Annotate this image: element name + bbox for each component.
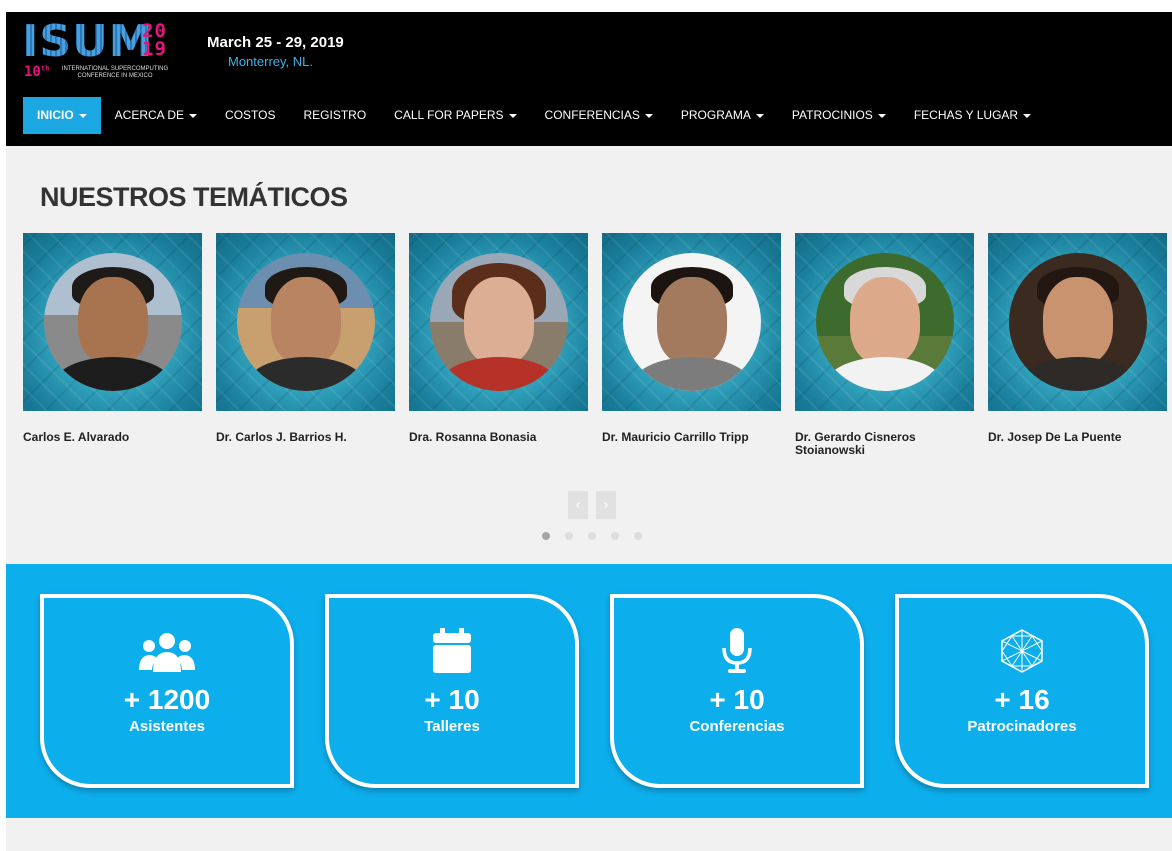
speaker-name: Dra. Rosanna Bonasia <box>409 430 537 444</box>
nav-call-for-papers[interactable]: CALL FOR PAPERS <box>380 97 530 134</box>
nav-acerca-de[interactable]: ACERCA DE <box>101 97 211 134</box>
speaker-name: Dr. Josep De La Puente <box>988 430 1122 444</box>
stat-card-asistentes: + 1200 Asistentes <box>40 594 294 788</box>
chevron-down-icon <box>877 113 886 118</box>
speaker-card[interactable]: Dr. Josep De La Puente <box>988 233 1167 444</box>
carousel-dot[interactable] <box>542 532 550 540</box>
speaker-photo <box>623 253 761 391</box>
carousel-controls: ‹ › <box>568 491 616 519</box>
nav-costos[interactable]: COSTOS <box>211 97 289 134</box>
logo-edition: 10th <box>24 64 50 80</box>
chevron-down-icon <box>189 113 198 118</box>
chevron-down-icon <box>644 113 653 118</box>
nav-registro[interactable]: REGISTRO <box>290 97 381 134</box>
chevron-down-icon <box>508 113 517 118</box>
stat-card-patrocinadores: + 16 Patrocinadores <box>895 594 1149 788</box>
speaker-name: Carlos E. Alvarado <box>23 430 130 444</box>
stat-value: + 16 <box>994 684 1050 715</box>
chevron-down-icon <box>755 113 764 118</box>
speaker-photo-frame <box>409 233 588 411</box>
carousel-dots <box>542 532 642 540</box>
speaker-name: Dr. Carlos J. Barrios H. <box>216 430 347 444</box>
speaker-photo-frame <box>602 233 781 411</box>
carousel-prev-button[interactable]: ‹ <box>568 491 588 519</box>
stats-section: + 1200 Asistentes + 10 Talleres + 10 Con… <box>6 564 1172 818</box>
speaker-card[interactable]: Carlos E. Alvarado <box>23 233 202 444</box>
main-nav: INICIO ACERCA DE COSTOS REGISTRO CALL FO… <box>23 97 1045 134</box>
carousel-next-button[interactable]: › <box>596 491 616 519</box>
stat-value: + 10 <box>424 684 480 715</box>
speaker-photo-frame <box>23 233 202 411</box>
users-icon <box>44 628 290 674</box>
speaker-name: Dr. Mauricio Carrillo Tripp <box>602 430 749 444</box>
speaker-card[interactable]: Dra. Rosanna Bonasia <box>409 233 588 444</box>
microphone-icon <box>614 628 860 674</box>
speaker-name: Dr. Gerardo Cisneros Stoianowski <box>795 430 916 457</box>
stat-card-talleres: + 10 Talleres <box>325 594 579 788</box>
chevron-down-icon <box>78 113 87 118</box>
speaker-photo <box>816 253 954 391</box>
speaker-carousel: Carlos E. Alvarado Dr. Carlos J. Barrios… <box>23 233 1172 473</box>
event-date: March 25 - 29, 2019 <box>207 34 344 51</box>
speaker-card[interactable]: Dr. Carlos J. Barrios H. <box>216 233 395 444</box>
carousel-dot[interactable] <box>611 532 619 540</box>
speaker-card[interactable]: Dr. Gerardo Cisneros Stoianowski <box>795 233 974 457</box>
section-title: NUESTROS TEMÁTICOS <box>40 182 348 212</box>
carousel-dot[interactable] <box>565 532 573 540</box>
speaker-photo <box>430 253 568 391</box>
hexagon-network-icon <box>899 628 1145 674</box>
top-header: ISUM 20 19 10th INTERNATIONAL SUPERCOMPUT… <box>6 12 1172 146</box>
logo-subtitle: INTERNATIONAL SUPERCOMPUTING CONFERENCE … <box>61 66 169 79</box>
page: ISUM 20 19 10th INTERNATIONAL SUPERCOMPUT… <box>6 12 1172 851</box>
stat-card-conferencias: + 10 Conferencias <box>610 594 864 788</box>
speaker-photo <box>44 253 182 391</box>
stat-value: + 1200 <box>123 684 211 715</box>
stat-label: Conferencias <box>689 718 785 735</box>
carousel-dot[interactable] <box>634 532 642 540</box>
stat-label: Patrocinadores <box>967 718 1077 735</box>
nav-inicio[interactable]: INICIO <box>23 97 101 134</box>
nav-patrocinios[interactable]: PATROCINIOS <box>778 97 900 134</box>
speaker-photo-frame <box>988 233 1167 411</box>
chevron-down-icon <box>1023 113 1032 118</box>
speaker-photo-frame <box>795 233 974 411</box>
speaker-photo <box>237 253 375 391</box>
logo-text: ISUM <box>22 16 154 67</box>
carousel-dot[interactable] <box>588 532 596 540</box>
isum-logo[interactable]: ISUM 20 19 10th INTERNATIONAL SUPERCOMPUT… <box>22 18 182 88</box>
speaker-card[interactable]: Dr. Mauricio Carrillo Tripp <box>602 233 781 444</box>
stat-label: Asistentes <box>129 718 205 735</box>
stat-label: Talleres <box>424 718 480 735</box>
nav-programa[interactable]: PROGRAMA <box>667 97 778 134</box>
speaker-photo-frame <box>216 233 395 411</box>
nav-conferencias[interactable]: CONFERENCIAS <box>531 97 667 134</box>
logo-year: 20 19 <box>142 20 167 60</box>
calendar-icon <box>329 628 575 674</box>
event-city: Monterrey, NL. <box>228 54 314 69</box>
stat-value: + 10 <box>709 684 765 715</box>
speaker-photo <box>1009 253 1147 391</box>
nav-fechas-y-lugar[interactable]: FECHAS Y LUGAR <box>900 97 1045 134</box>
